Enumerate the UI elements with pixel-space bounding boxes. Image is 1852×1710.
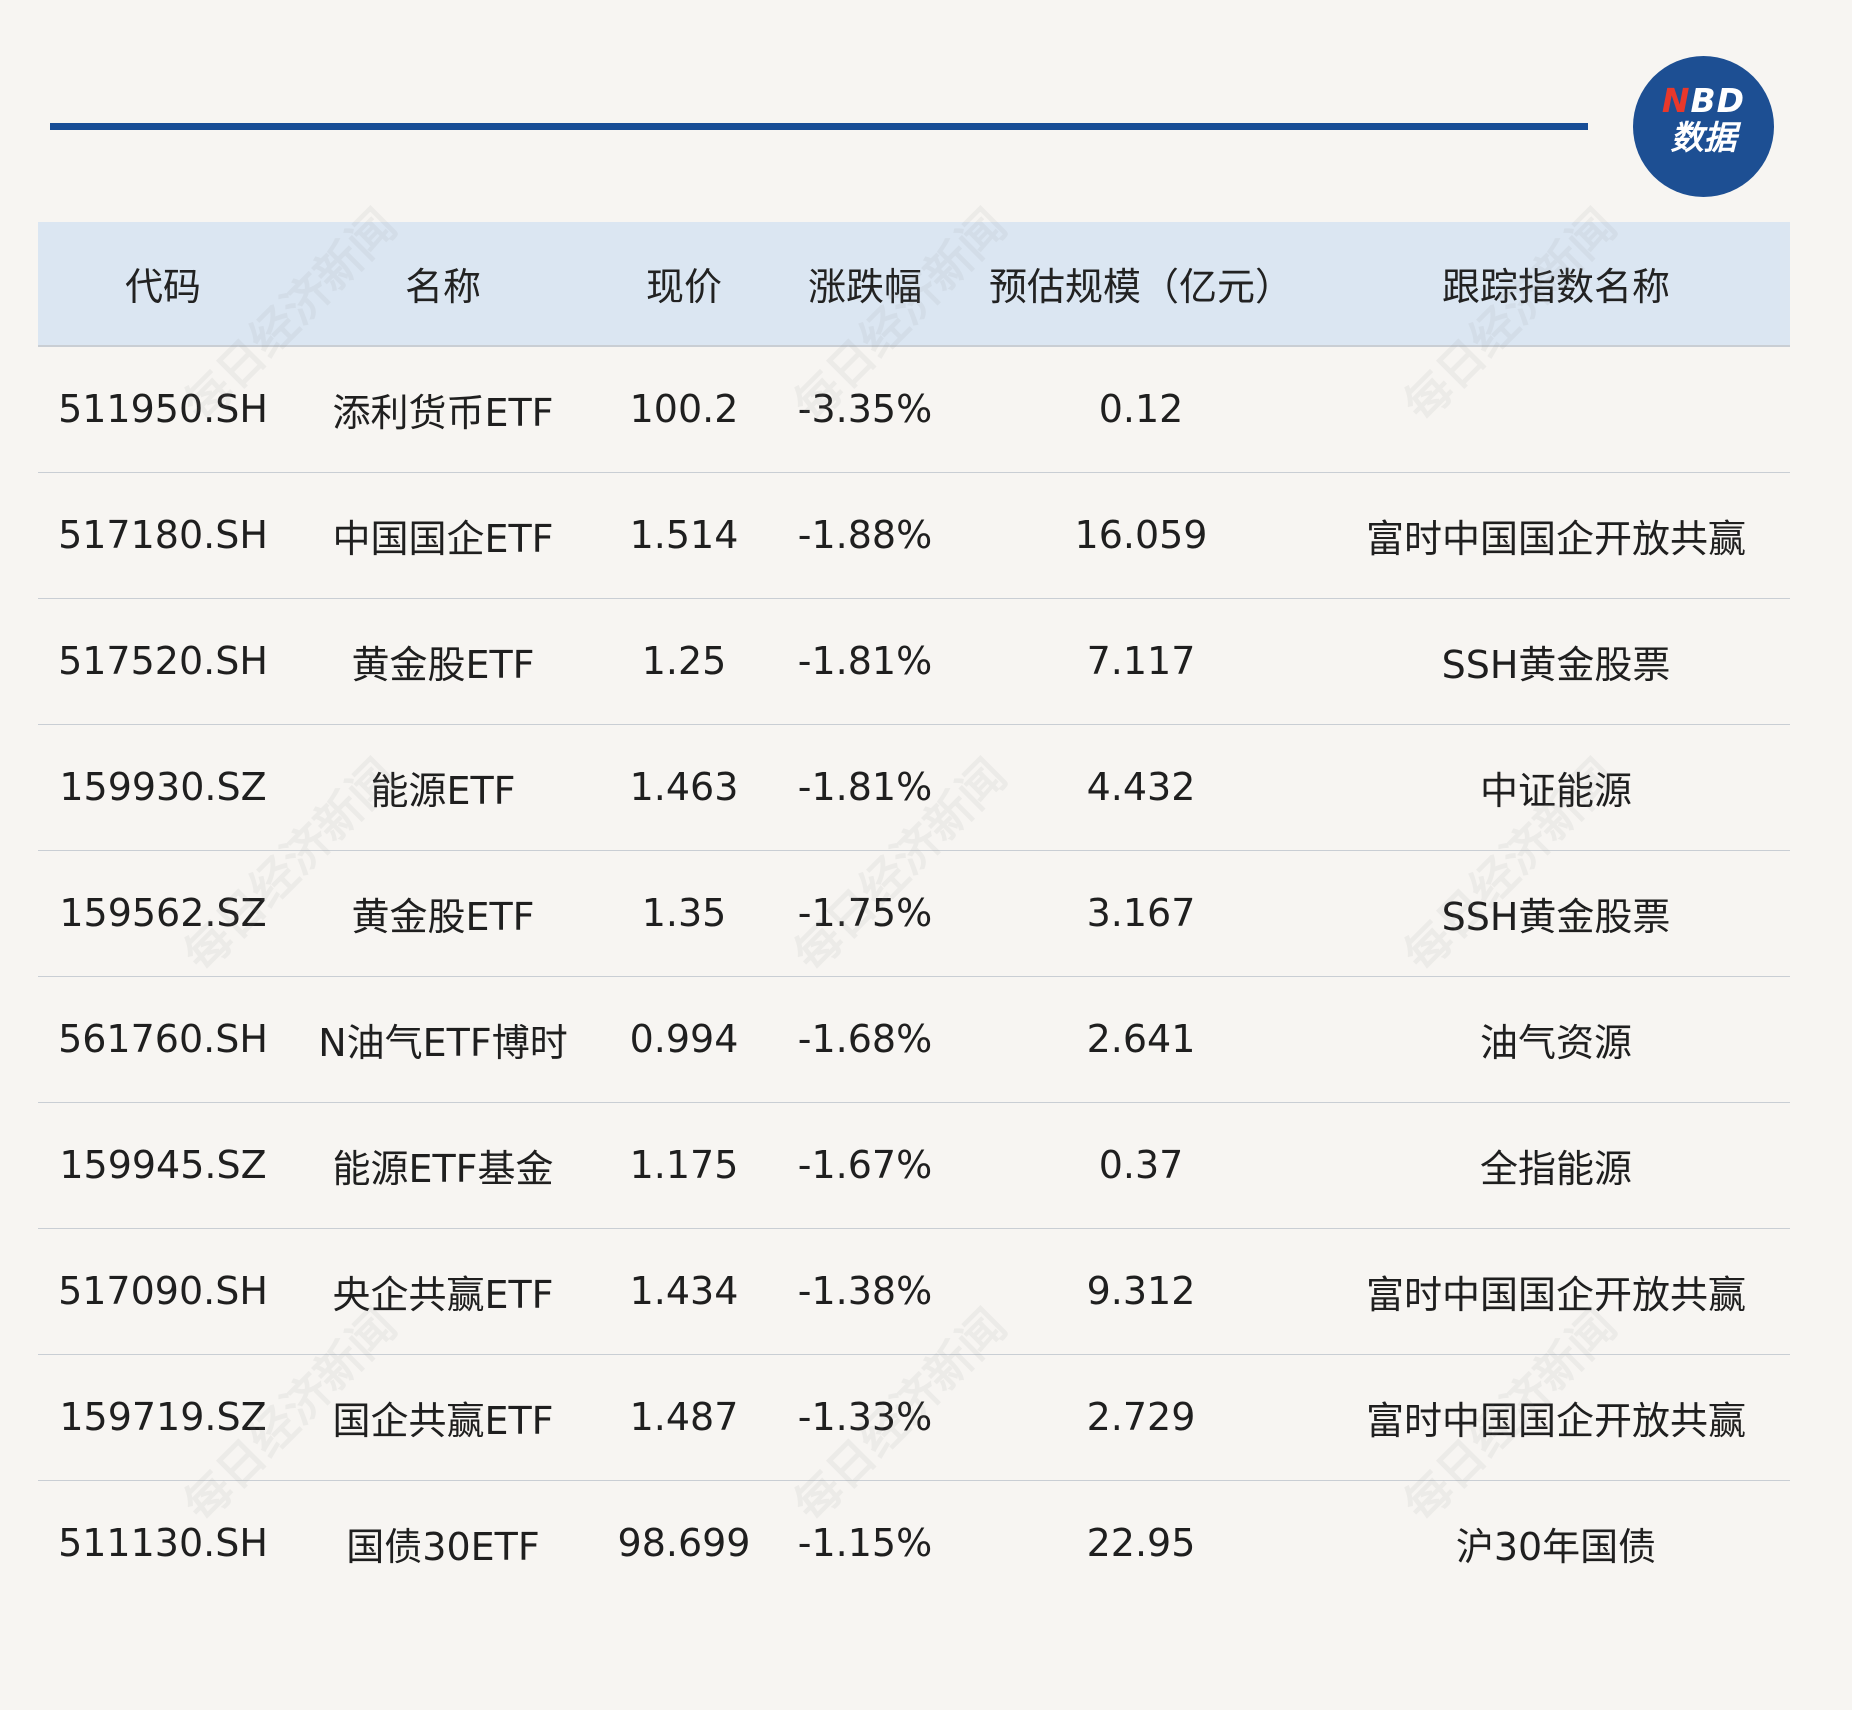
cell-code: 517090.SH (58, 1269, 268, 1313)
column-header-name: 名称 (404, 265, 481, 309)
cell-code: 511130.SH (58, 1521, 268, 1566)
logo-text-top: NBD (1661, 81, 1746, 120)
cell-name: 能源ETF基金 (332, 1146, 554, 1191)
table-row: 159562.SZ 黄金股ETF 1.35 -1.75% 3.167 SSH黄金股票 (38, 850, 1790, 976)
table-row: 561760.SH N油气ETF博时 0.994 -1.68% 2.641 油气资源 (38, 976, 1790, 1102)
cell-code: 561760.SH (58, 1017, 268, 1061)
table-row: 511130.SH 国债30ETF 98.699 -1.15% 22.95 沪30年国债 (38, 1480, 1790, 1606)
cell-index: 全指能源 (1479, 1146, 1632, 1191)
cell-code: 159930.SZ (59, 765, 267, 809)
cell-price: 1.463 (629, 765, 739, 809)
cell-scale: 2.729 (1086, 1395, 1196, 1439)
cell-index: 中证能源 (1479, 768, 1632, 813)
cell-price: 0.994 (629, 1017, 739, 1061)
cell-index (1322, 346, 1790, 472)
cell-change: -3.35% (797, 387, 933, 432)
table-row: 159930.SZ 能源ETF 1.463 -1.81% 4.432 中证能源 (38, 724, 1790, 850)
cell-scale: 7.117 (1086, 639, 1196, 683)
cell-scale: 0.37 (1098, 1143, 1184, 1187)
cell-change: -1.15% (797, 1521, 933, 1566)
cell-name: 黄金股ETF (351, 894, 535, 939)
cell-change: -1.33% (797, 1395, 933, 1439)
cell-change: -1.38% (797, 1269, 933, 1313)
cell-index: 富时中国国企开放共赢 (1365, 1272, 1746, 1317)
cell-index: SSH黄金股票 (1441, 894, 1671, 939)
logo-text-bottom: 数据 (1670, 118, 1737, 157)
cell-code: 517520.SH (58, 639, 268, 683)
cell-index: 富时中国国企开放共赢 (1365, 516, 1746, 561)
cell-change: -1.81% (797, 639, 933, 683)
cell-index: 油气资源 (1479, 1020, 1632, 1065)
cell-index: SSH黄金股票 (1441, 642, 1671, 687)
cell-code: 159945.SZ (59, 1143, 267, 1187)
table-row: 511950.SH 添利货币ETF 100.2 -3.35% 0.12 (38, 346, 1790, 472)
table-row: 517180.SH 中国国企ETF 1.514 -1.88% 16.059 富时中国国企开… (38, 472, 1790, 598)
cell-change: -1.81% (797, 765, 933, 809)
cell-scale: 9.312 (1086, 1269, 1196, 1313)
cell-price: 1.514 (629, 513, 739, 557)
column-header-scale: 预估规模（亿元） (988, 265, 1293, 309)
cell-code: 511950.SH (58, 387, 268, 432)
cell-name: 黄金股ETF (351, 642, 535, 687)
nbd-data-logo: NBD 数据 (1633, 56, 1774, 197)
cell-name: 央企共赢ETF (332, 1272, 554, 1317)
cell-name: 国企共赢ETF (332, 1398, 554, 1443)
cell-scale: 22.95 (1086, 1521, 1196, 1566)
cell-scale: 4.432 (1086, 765, 1196, 809)
cell-price: 1.35 (641, 891, 727, 935)
cell-scale: 16.059 (1074, 513, 1208, 557)
cell-code: 517180.SH (58, 513, 268, 557)
cell-code: 159719.SZ (59, 1395, 267, 1439)
cell-name: 添利货币ETF (332, 390, 554, 435)
etf-table: 代码 名称 现价 涨跌幅 预估规模（亿元） 跟踪指数名称 511950.SH 添利… (38, 222, 1790, 1606)
cell-change: -1.68% (797, 1017, 933, 1061)
cell-price: 98.699 (617, 1521, 751, 1566)
cell-change: -1.67% (797, 1143, 933, 1187)
cell-name: 能源ETF (370, 768, 516, 813)
cell-code: 159562.SZ (59, 891, 267, 935)
cell-price: 100.2 (629, 387, 739, 432)
table-row: 159719.SZ 国企共赢ETF 1.487 -1.33% 2.729 富时中国国企开放… (38, 1354, 1790, 1480)
cell-name: 中国国企ETF (332, 516, 554, 561)
cell-name: N油气ETF博时 (318, 1020, 568, 1065)
cell-index: 沪30年国债 (1455, 1524, 1657, 1569)
column-header-index: 跟踪指数名称 (1441, 265, 1670, 309)
column-header-price: 现价 (645, 265, 722, 309)
cell-price: 1.175 (629, 1143, 739, 1187)
cell-index: 富时中国国企开放共赢 (1365, 1398, 1746, 1443)
column-header-code: 代码 (124, 265, 201, 309)
title-rule (50, 123, 1588, 130)
cell-price: 1.487 (629, 1395, 739, 1439)
cell-change: -1.75% (797, 891, 933, 935)
table-header-row: 代码 名称 现价 涨跌幅 预估规模（亿元） 跟踪指数名称 (38, 222, 1790, 346)
table-body: 511950.SH 添利货币ETF 100.2 -3.35% 0.12 517180.SH… (38, 346, 1790, 1606)
table-row: 517520.SH 黄金股ETF 1.25 -1.81% 7.117 SSH黄金股票 (38, 598, 1790, 724)
cell-change: -1.88% (797, 513, 933, 557)
cell-price: 1.434 (629, 1269, 739, 1313)
cell-name: 国债30ETF (346, 1524, 540, 1569)
cell-price: 1.25 (641, 639, 727, 683)
table-row: 159945.SZ 能源ETF基金 1.175 -1.67% 0.37 全指能源 (38, 1102, 1790, 1228)
table-row: 517090.SH 央企共赢ETF 1.434 -1.38% 9.312 富时中国国企开放… (38, 1228, 1790, 1354)
cell-scale: 0.12 (1098, 387, 1184, 432)
cell-scale: 2.641 (1086, 1017, 1196, 1061)
etf-table-container: 代码 名称 现价 涨跌幅 预估规模（亿元） 跟踪指数名称 511950.SH 添利… (38, 222, 1790, 1606)
cell-scale: 3.167 (1086, 891, 1196, 935)
column-header-change: 涨跌幅 (807, 265, 922, 309)
